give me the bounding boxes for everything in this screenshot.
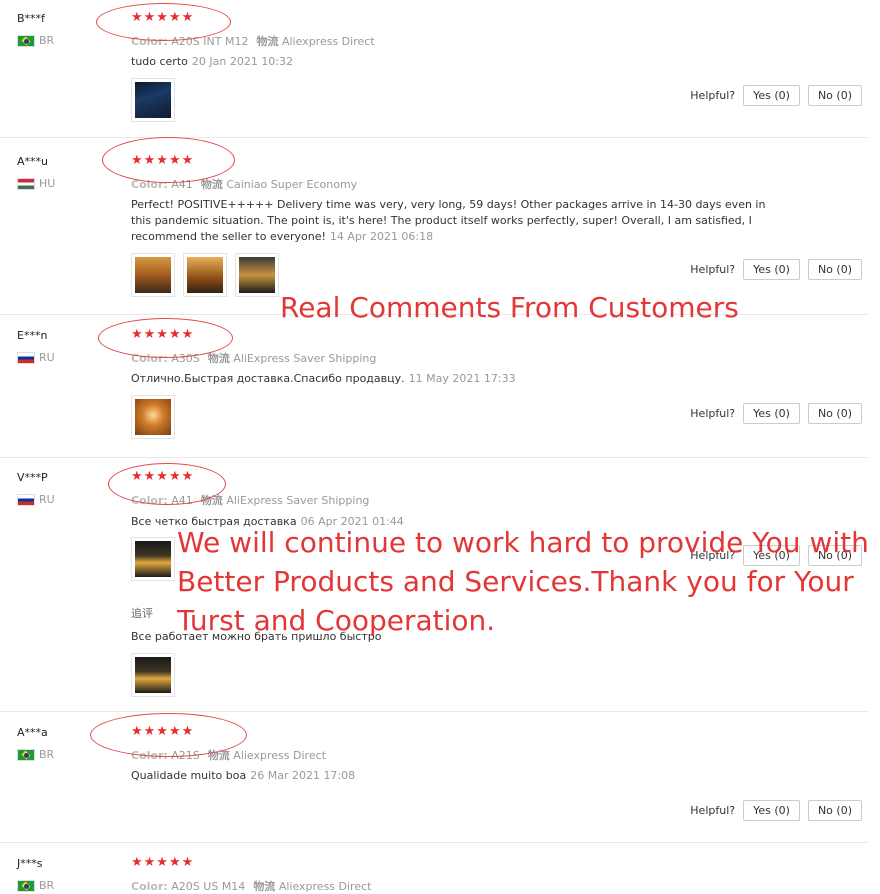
review-attributes: Color: A20S US M14 物流 Aliexpress Direct — [131, 878, 371, 894]
reviewer-country: RU — [17, 493, 55, 506]
flag-icon — [17, 879, 35, 892]
shipping-value: Aliexpress Direct — [278, 880, 372, 893]
review-image[interactable] — [131, 78, 175, 122]
shipping-label: 物流 — [200, 178, 223, 191]
reviewer-country: BR — [17, 34, 54, 47]
reviewer-country: BR — [17, 879, 54, 892]
review-text: Отлично.Быстрая доставка.Спасибо продавц… — [131, 371, 516, 387]
color-value: A20S US M14 — [171, 880, 246, 893]
star-rating: ★★★★★ — [131, 855, 195, 870]
helpful-label: Helpful? — [690, 407, 736, 420]
reviewer-name: E***n — [17, 329, 48, 342]
promo-headline: Real Comments From Customers — [280, 291, 739, 324]
reviewer-name: B***f — [17, 12, 45, 25]
review-body: tudo certo — [131, 55, 188, 68]
country-code: RU — [39, 493, 55, 506]
country-code: RU — [39, 351, 55, 364]
shipping-value: AliExpress Saver Shipping — [226, 494, 370, 507]
country-code: BR — [39, 879, 55, 892]
shipping-value: Cainiao Super Economy — [226, 178, 358, 191]
helpful-no-button[interactable]: No (0) — [807, 85, 862, 106]
reviewer-country: HU — [17, 177, 55, 190]
helpful-vote: Helpful? Yes (0) No (0) — [690, 85, 862, 106]
review-body: Отлично.Быстрая доставка.Спасибо продавц… — [131, 372, 405, 385]
rating-highlight-circle — [90, 713, 247, 757]
country-code: BR — [39, 748, 55, 761]
promo-message: We will continue to work hard to provide… — [177, 526, 869, 637]
flag-icon — [17, 177, 35, 190]
helpful-label: Helpful? — [690, 89, 736, 102]
helpful-label: Helpful? — [690, 263, 736, 276]
review-text: tudo certo 20 Jan 2021 10:32 — [131, 54, 293, 70]
additional-review-images — [131, 653, 175, 697]
helpful-yes-button[interactable]: Yes (0) — [743, 403, 800, 424]
country-code: BR — [39, 34, 55, 47]
review-text: Qualidade muito boa 26 Mar 2021 17:08 — [131, 768, 355, 784]
reviewer-name: A***a — [17, 726, 48, 739]
shipping-value: Aliexpress Direct — [281, 35, 375, 48]
review-date: 26 Mar 2021 17:08 — [250, 769, 356, 782]
review-images — [131, 395, 175, 439]
helpful-vote: Helpful? Yes (0) No (0) — [690, 259, 862, 280]
review-image[interactable] — [131, 537, 175, 581]
helpful-no-button[interactable]: No (0) — [807, 259, 862, 280]
flag-icon — [17, 351, 35, 364]
review-image[interactable] — [235, 253, 279, 297]
flag-icon — [17, 34, 35, 47]
helpful-yes-button[interactable]: Yes (0) — [743, 800, 800, 821]
helpful-vote: Helpful? Yes (0) No (0) — [690, 403, 862, 424]
reviewer-country: BR — [17, 748, 54, 761]
review-images — [131, 253, 279, 297]
rating-highlight-circle — [108, 463, 226, 505]
helpful-no-button[interactable]: No (0) — [807, 800, 862, 821]
rating-highlight-circle — [98, 318, 233, 358]
reviewer-name: J***s — [17, 857, 43, 870]
helpful-no-button[interactable]: No (0) — [807, 403, 862, 424]
review-item: J***s BR ★★★★★ Color: A20S US M14 物流 Alie… — [0, 855, 868, 894]
shipping-label: 物流 — [207, 352, 230, 365]
review-date: 14 Apr 2021 06:18 — [329, 230, 434, 243]
review-image[interactable] — [131, 253, 175, 297]
review-date: 20 Jan 2021 10:32 — [191, 55, 294, 68]
review-images — [131, 78, 175, 122]
reviewer-name: V***P — [17, 471, 48, 484]
helpful-label: Helpful? — [690, 804, 736, 817]
review-date: 11 May 2021 17:33 — [408, 372, 516, 385]
reviewer-country: RU — [17, 351, 55, 364]
helpful-yes-button[interactable]: Yes (0) — [743, 259, 800, 280]
shipping-label: 物流 — [256, 35, 279, 48]
review-image[interactable] — [131, 653, 175, 697]
review-body: Qualidade muito boa — [131, 769, 247, 782]
review-images — [131, 537, 175, 581]
country-code: HU — [39, 177, 56, 190]
helpful-yes-button[interactable]: Yes (0) — [743, 85, 800, 106]
flag-icon — [17, 493, 35, 506]
rating-highlight-circle — [102, 137, 235, 183]
review-image[interactable] — [131, 395, 175, 439]
shipping-label: 物流 — [253, 880, 276, 893]
rating-highlight-circle — [96, 3, 231, 41]
shipping-value: Aliexpress Direct — [233, 749, 326, 762]
additional-review-label: 追评 — [131, 607, 153, 620]
flag-icon — [17, 748, 35, 761]
review-body: Perfect! POSITIVE+++++ Delivery time was… — [131, 198, 766, 243]
color-label: Color: — [131, 880, 168, 893]
shipping-value: AliExpress Saver Shipping — [233, 352, 377, 365]
reviewer-name: A***u — [17, 155, 48, 168]
helpful-vote: Helpful? Yes (0) No (0) — [690, 800, 862, 821]
review-image[interactable] — [183, 253, 227, 297]
review-text: Perfect! POSITIVE+++++ Delivery time was… — [131, 197, 771, 245]
